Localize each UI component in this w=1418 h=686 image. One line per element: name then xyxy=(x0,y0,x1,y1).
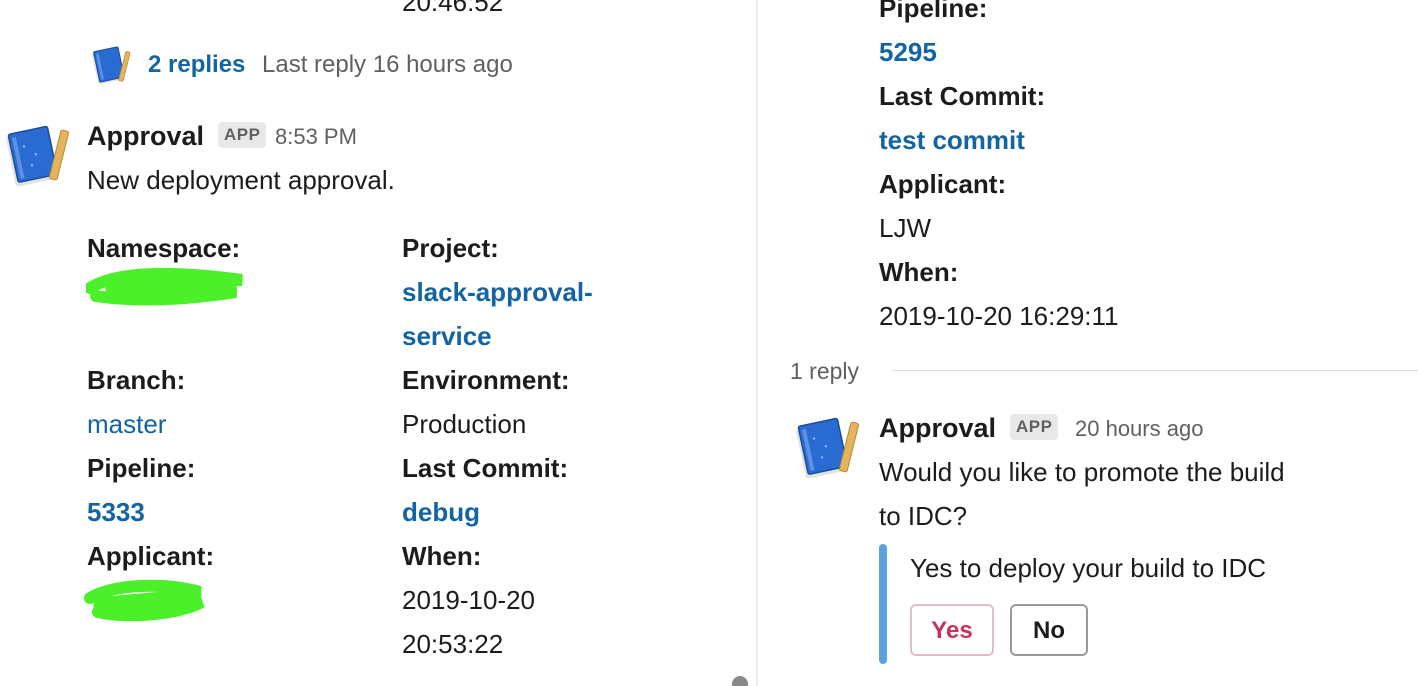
pane-divider[interactable] xyxy=(756,0,758,686)
when-label: When: xyxy=(402,541,482,571)
right-applicant-label: Applicant: xyxy=(879,169,1007,199)
project-link-line1[interactable]: slack-approval- xyxy=(402,276,593,308)
right-when-value: 2019-10-20 16:29:11 xyxy=(879,301,1119,331)
namespace-label: Namespace: xyxy=(87,233,241,263)
right-applicant-value: LJW xyxy=(879,213,931,243)
last-commit-link[interactable]: debug xyxy=(402,496,480,528)
attachment-text: Yes to deploy your build to IDC xyxy=(910,553,1267,583)
right-when-label: When: xyxy=(879,257,959,287)
project-link-line2[interactable]: service xyxy=(402,320,492,352)
reply-text-line2: to IDC? xyxy=(879,501,968,531)
reply-sender[interactable]: Approval xyxy=(879,412,996,444)
yes-button[interactable]: Yes xyxy=(910,604,994,656)
pipeline-label: Pipeline: xyxy=(87,453,196,483)
app-badge: APP xyxy=(1010,414,1059,440)
right-pipeline-link[interactable]: 5295 xyxy=(879,36,937,68)
thread-replies-link[interactable]: 2 replies xyxy=(148,49,245,81)
reply-text-line1: Would you like to promote the build xyxy=(879,457,1285,487)
right-pipeline-label: Pipeline: xyxy=(879,0,988,23)
reply-count: 1 reply xyxy=(790,358,860,384)
redaction-scribble xyxy=(84,267,243,306)
scroll-indicator[interactable] xyxy=(732,676,748,686)
approval-app-icon xyxy=(92,46,131,85)
app-badge: APP xyxy=(218,122,267,148)
right-last-commit-label: Last Commit: xyxy=(879,81,1046,111)
reply-time[interactable]: 20 hours ago xyxy=(1075,414,1203,444)
redaction-scribble xyxy=(84,579,205,622)
attachment-bar xyxy=(879,544,887,664)
applicant-label: Applicant: xyxy=(87,541,215,571)
no-button[interactable]: No xyxy=(1010,604,1088,656)
when-date: 2019-10-20 xyxy=(402,585,535,615)
environment-label: Environment: xyxy=(402,365,570,395)
thread-pane: 20:46:52 2 replies Last reply 16 hours a… xyxy=(0,0,756,686)
environment-value: Production xyxy=(402,409,527,439)
approval-app-icon[interactable] xyxy=(792,412,862,482)
project-label: Project: xyxy=(402,233,499,263)
last-commit-label: Last Commit: xyxy=(402,453,569,483)
partial-timestamp: 20:46:52 xyxy=(402,0,504,17)
right-last-commit-link[interactable]: test commit xyxy=(879,124,1025,156)
message-sender[interactable]: Approval xyxy=(87,120,204,152)
message-time[interactable]: 8:53 PM xyxy=(275,122,357,152)
namespace-value-redacted xyxy=(84,266,246,306)
message-text: New deployment approval. xyxy=(87,165,395,195)
branch-label: Branch: xyxy=(87,365,186,395)
approval-app-icon[interactable] xyxy=(2,120,72,190)
branch-link[interactable]: master xyxy=(87,408,166,440)
thread-last-reply: Last reply 16 hours ago xyxy=(262,51,513,78)
pipeline-link[interactable]: 5333 xyxy=(87,496,145,528)
when-time: 20:53:22 xyxy=(402,629,504,659)
applicant-value-redacted xyxy=(84,576,208,622)
reply-divider xyxy=(892,370,1418,371)
